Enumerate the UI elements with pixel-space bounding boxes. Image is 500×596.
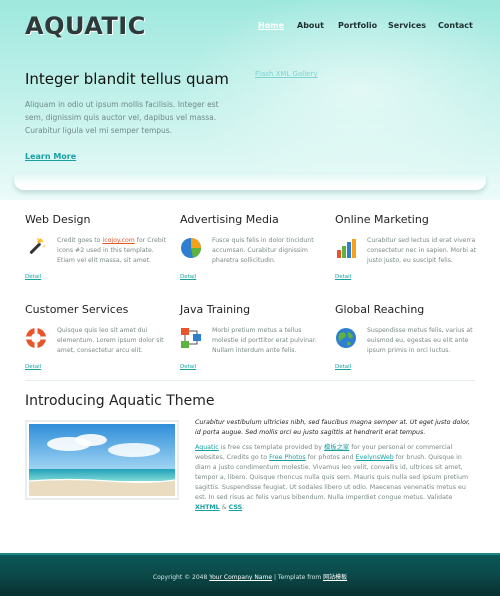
service-java-training: Java Training Morbi pretium metus a tell…	[180, 303, 330, 373]
nav-about[interactable]: About	[297, 21, 324, 30]
service-title: Advertising Media	[180, 213, 279, 226]
service-text: Quisque quis leo sit amet dui elementum.…	[57, 327, 164, 354]
detail-link[interactable]: Detail	[335, 364, 351, 370]
site-logo[interactable]: AQUATIC	[25, 12, 146, 40]
service-text: Morbi pretium metus a tellus molestie id…	[212, 327, 317, 354]
xhtml-link[interactable]: XHTML	[195, 504, 220, 511]
site-footer: Copyright © 2048 Your Company Name | Tem…	[0, 553, 500, 596]
nav-contact[interactable]: Contact	[438, 21, 473, 30]
service-title: Java Training	[180, 303, 251, 316]
hero-text: Aliquam in odio ut ipsum mollis facilisi…	[25, 100, 219, 135]
evelynsweb-link[interactable]: EvelynsWeb	[356, 454, 394, 461]
bar-chart-icon	[337, 239, 356, 258]
main-nav: Home About Portfolio Services Contact	[250, 21, 480, 35]
intro-title: Introducing Aquatic Theme	[25, 393, 215, 409]
site-header: AQUATIC Home About Portfolio Services Co…	[0, 0, 500, 50]
hero-shelf	[14, 174, 486, 190]
detail-link[interactable]: Detail	[25, 274, 41, 280]
intro-lead: Curabitur vestibulum ultricies nibh, sed…	[195, 419, 470, 436]
service-text: Curabitur sed lectus id erat viverra con…	[367, 237, 477, 264]
detail-link[interactable]: Detail	[180, 364, 196, 370]
icojoy-link[interactable]: icojoy.com	[102, 237, 134, 244]
service-title: Online Marketing	[335, 213, 429, 226]
aquatic-link[interactable]: Aquatic	[195, 444, 219, 451]
flash-gallery-link[interactable]: Flash XML Gallery	[255, 70, 317, 78]
detail-link[interactable]: Detail	[180, 274, 196, 280]
service-text: Credit goes to icojoy.com for Crebit ico…	[57, 237, 166, 264]
provider-link[interactable]: 模板之家	[324, 444, 349, 451]
service-advertising-media: Advertising Media Fusce quis felis in do…	[180, 213, 330, 283]
nav-portfolio[interactable]: Portfolio	[338, 21, 377, 30]
detail-link[interactable]: Detail	[335, 274, 351, 280]
learn-more-link[interactable]: Learn More	[25, 152, 76, 161]
template-source-link[interactable]: 网站模板	[323, 574, 347, 581]
company-link[interactable]: Your Company Name	[209, 574, 272, 581]
service-title: Global Reaching	[335, 303, 425, 316]
footer-copyright: Copyright © 2048 Your Company Name | Tem…	[152, 574, 348, 581]
nav-home[interactable]: Home	[258, 21, 284, 30]
pie-chart-icon	[181, 238, 201, 258]
magic-wand-icon	[29, 238, 45, 254]
service-title: Web Design	[25, 213, 91, 226]
beach-photo	[25, 420, 179, 500]
intro-body: Aquatic is free css template provided by…	[195, 444, 469, 511]
section-divider	[25, 380, 475, 381]
service-text: Fusce quis felis in dolor tincidunt accu…	[212, 237, 314, 264]
free-photos-link[interactable]: Free Photos	[269, 454, 306, 461]
service-web-design: Web Design Credit goes to icojoy.com for…	[25, 213, 175, 283]
detail-link[interactable]: Detail	[25, 364, 41, 370]
nav-services[interactable]: Services	[388, 21, 426, 30]
service-global-reaching: Global Reaching Suspendisse metus felis,…	[335, 303, 485, 373]
globe-icon	[336, 328, 356, 348]
service-online-marketing: Online Marketing Curabitur sed lectus id…	[335, 213, 485, 283]
network-diagram-icon	[181, 328, 201, 348]
service-customer-services: Customer Services Quisque quis leo sit a…	[25, 303, 175, 373]
service-text: Suspendisse metus felis, varius at euism…	[367, 327, 473, 354]
css-link[interactable]: CSS	[229, 504, 243, 511]
service-title: Customer Services	[25, 303, 129, 316]
lifebuoy-icon	[26, 328, 46, 348]
hero-title: Integer blandit tellus quam	[25, 70, 229, 88]
footer-top-line	[0, 553, 500, 555]
